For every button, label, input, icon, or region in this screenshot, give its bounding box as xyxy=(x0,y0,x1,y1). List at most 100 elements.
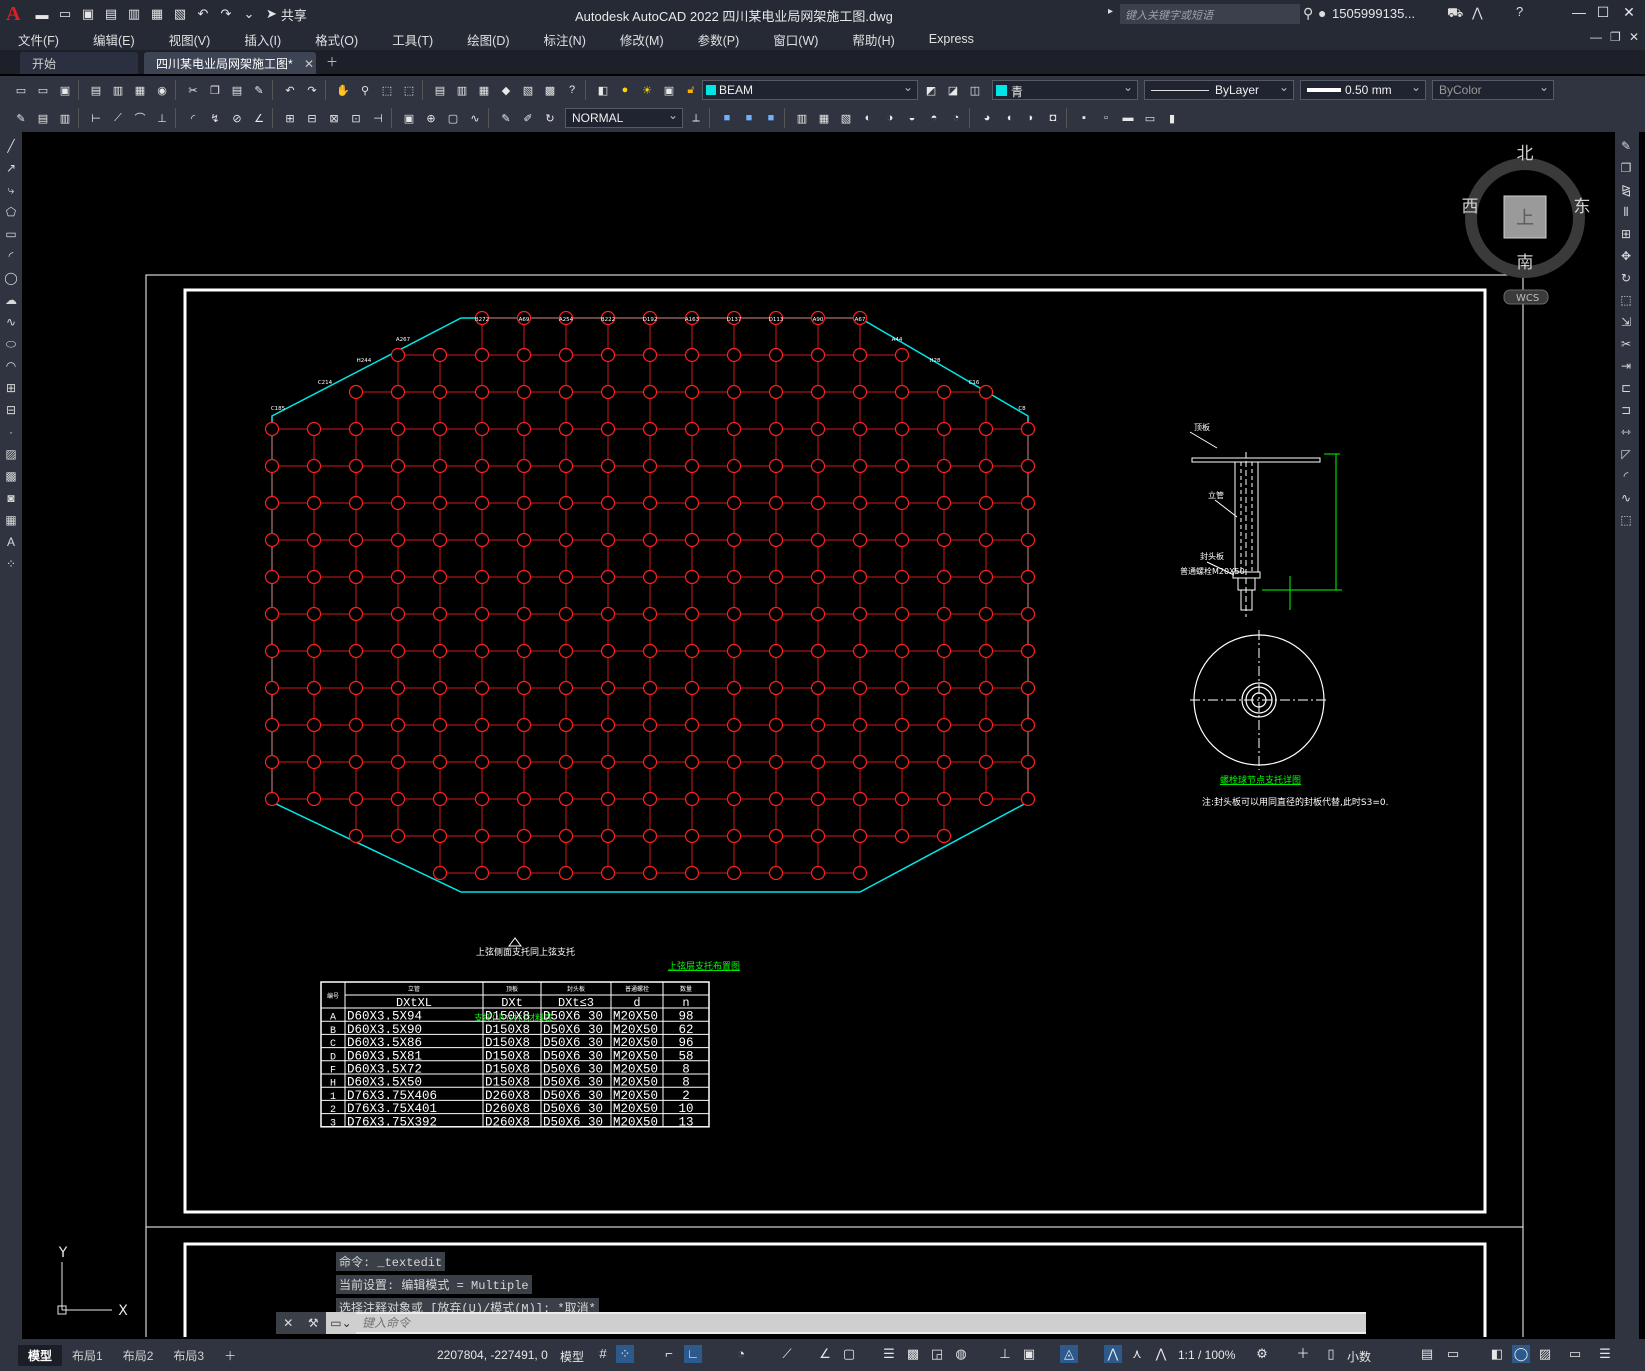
revolve-icon[interactable]: ◐ xyxy=(859,109,877,127)
gradient-icon[interactable]: ▩ xyxy=(3,468,19,484)
open-web-icon[interactable]: ▥ xyxy=(125,5,143,23)
lock-ui-icon[interactable]: ▭ xyxy=(1444,1345,1462,1363)
explode-icon[interactable]: ⬚ xyxy=(1618,512,1634,528)
gizmo-icon[interactable]: ◬ xyxy=(1060,1345,1078,1363)
linetype-select[interactable]: ByLayer xyxy=(1144,80,1294,100)
autodesk-apps-icon[interactable]: ⋀ xyxy=(1472,5,1483,21)
viewport-freeze-icon[interactable]: ▣ xyxy=(660,81,678,99)
units-display[interactable]: 小数 xyxy=(1347,1348,1371,1365)
trim-icon[interactable]: ✂ xyxy=(1618,336,1634,352)
menu-view[interactable]: 视图(V) xyxy=(151,30,227,49)
layer-state-icon[interactable]: ◫ xyxy=(966,81,984,99)
workspace-gear-icon[interactable]: ⚙ xyxy=(1253,1345,1271,1363)
new-tab-icon[interactable]: ＋ xyxy=(326,53,338,74)
lineweight-icon[interactable]: ☰ xyxy=(880,1345,898,1363)
3d-print-icon[interactable]: ◉ xyxy=(153,81,171,99)
subtract-icon[interactable]: ◓ xyxy=(925,109,943,127)
plotstyle-select[interactable]: ByColor xyxy=(1432,80,1554,100)
lights-icon[interactable]: ◘ xyxy=(1044,109,1062,127)
maximize-icon[interactable]: ☐ xyxy=(1592,4,1614,24)
blend-curves-icon[interactable]: ∿ xyxy=(1618,490,1634,506)
jogged-linear-icon[interactable]: ∿ xyxy=(466,109,484,127)
make-current-layer-icon[interactable]: ◩ xyxy=(922,81,940,99)
union-icon[interactable]: ◒ xyxy=(903,109,921,127)
wedge-icon[interactable]: ■ xyxy=(762,109,780,127)
quick-dimension-icon[interactable]: ⊞ xyxy=(281,109,299,127)
recent-commands-icon[interactable]: ▭⌄ xyxy=(326,1312,356,1334)
doc-restore-icon[interactable]: ❐ xyxy=(1610,30,1621,44)
menu-draw[interactable]: 绘图(D) xyxy=(449,30,525,49)
layout-tab-3[interactable]: 布局3 xyxy=(163,1345,214,1366)
quick-properties-icon[interactable]: ▤ xyxy=(1418,1345,1436,1363)
calculator-icon[interactable]: ▩ xyxy=(541,81,559,99)
graphics-performance-icon[interactable]: ◯ xyxy=(1512,1345,1530,1363)
command-input[interactable] xyxy=(356,1314,1366,1332)
tolerance-icon[interactable]: ▣ xyxy=(400,109,418,127)
erase-icon[interactable]: ✎ xyxy=(1618,138,1634,154)
angular-icon[interactable]: ∠ xyxy=(250,109,268,127)
move-icon[interactable]: ✥ xyxy=(1618,248,1634,264)
spline-icon[interactable]: ∿ xyxy=(3,314,19,330)
doc-minimize-icon[interactable]: — xyxy=(1590,30,1602,44)
markup-icon[interactable]: ▧ xyxy=(519,81,537,99)
loft-icon[interactable]: ◑ xyxy=(881,109,899,127)
transparency-icon[interactable]: ▩ xyxy=(904,1345,922,1363)
doc-close-icon[interactable]: ✕ xyxy=(1629,30,1639,44)
construction-line-icon[interactable]: ↗ xyxy=(3,160,19,176)
stretch-icon[interactable]: ⇲ xyxy=(1618,314,1634,330)
extend-icon[interactable]: ⇥ xyxy=(1618,358,1634,374)
break-icon[interactable]: ⊐ xyxy=(1618,402,1634,418)
plot-preview-icon[interactable]: ▥ xyxy=(109,81,127,99)
publish-icon[interactable]: ▦ xyxy=(131,81,149,99)
render-icon[interactable]: ◖ xyxy=(1000,109,1018,127)
menu-dimension[interactable]: 标注(N) xyxy=(526,30,602,49)
wrench-icon[interactable]: ⚒ xyxy=(308,1316,319,1330)
menu-insert[interactable]: 插入(I) xyxy=(226,30,297,49)
layer-select[interactable]: BEAM xyxy=(702,80,918,100)
cart-icon[interactable]: ⛟ xyxy=(1447,5,1463,23)
mirror-icon[interactable]: ⧎ xyxy=(1618,182,1634,198)
infer-constraints-icon[interactable]: ⌐ xyxy=(660,1345,678,1363)
chamfer-icon[interactable]: ◸ xyxy=(1618,446,1634,462)
sun-icon[interactable]: ☀ xyxy=(638,81,656,99)
redo-icon[interactable]: ↷ xyxy=(303,81,321,99)
new-file-icon[interactable]: ▬ xyxy=(33,5,51,23)
aligned-dimension-icon[interactable]: ⟋ xyxy=(109,109,127,127)
circle-icon[interactable]: ◯ xyxy=(3,270,19,286)
save-web-icon[interactable]: ▦ xyxy=(148,5,166,23)
break-at-point-icon[interactable]: ⊏ xyxy=(1618,380,1634,396)
close-icon[interactable]: ✕ xyxy=(283,1316,293,1330)
minimize-icon[interactable]: — xyxy=(1568,4,1590,24)
layout-tab-1[interactable]: 布局1 xyxy=(62,1345,113,1366)
paste-icon[interactable]: ▤ xyxy=(228,81,246,99)
region-icon[interactable]: ◙ xyxy=(3,490,19,506)
save-as-icon[interactable]: ▤ xyxy=(102,5,120,23)
customize-quick-access-icon[interactable]: ⌄ xyxy=(240,5,258,23)
table-icon[interactable]: ▤ xyxy=(34,109,52,127)
share-button[interactable]: ➤ 共享 xyxy=(266,5,307,24)
baseline-icon[interactable]: ⊟ xyxy=(303,109,321,127)
dimension-update-icon[interactable]: ↻ xyxy=(541,109,559,127)
zoom-previous-icon[interactable]: ⬚ xyxy=(400,81,418,99)
zoom-window-icon[interactable]: ⬚ xyxy=(378,81,396,99)
undo-icon[interactable]: ↶ xyxy=(281,81,299,99)
drawing-canvas[interactable]: B272 A69 A254 B222 D192 A163 D137 D113 A90 A67A26… xyxy=(22,132,1615,1337)
undo-icon[interactable]: ↶ xyxy=(194,5,212,23)
menu-tools[interactable]: 工具(T) xyxy=(374,30,449,49)
object-snap-icon[interactable]: ▢ xyxy=(840,1345,858,1363)
insert-block-icon[interactable]: ⊞ xyxy=(3,380,19,396)
bulb-icon[interactable]: ● xyxy=(616,81,634,99)
ellipse-icon[interactable]: ⬭ xyxy=(3,336,19,352)
compass-east[interactable]: 东 xyxy=(1574,197,1591,217)
menu-parametric[interactable]: 参数(P) xyxy=(680,30,756,49)
selection-filter-icon[interactable]: ▣ xyxy=(1020,1345,1038,1363)
isolate-objects-icon[interactable]: ◧ xyxy=(1488,1345,1506,1363)
hatch-icon[interactable]: ▨ xyxy=(3,446,19,462)
rotate-icon[interactable]: ↻ xyxy=(1618,270,1634,286)
revision-cloud-icon[interactable]: ☁ xyxy=(3,292,19,308)
model-space-toggle[interactable]: 模型 xyxy=(560,1348,584,1365)
cut-icon[interactable]: ✂ xyxy=(184,81,202,99)
color-select[interactable]: 青 xyxy=(992,80,1138,100)
match-properties-icon[interactable]: ✎ xyxy=(250,81,268,99)
snap-mode-icon[interactable]: ⁘ xyxy=(616,1345,634,1363)
